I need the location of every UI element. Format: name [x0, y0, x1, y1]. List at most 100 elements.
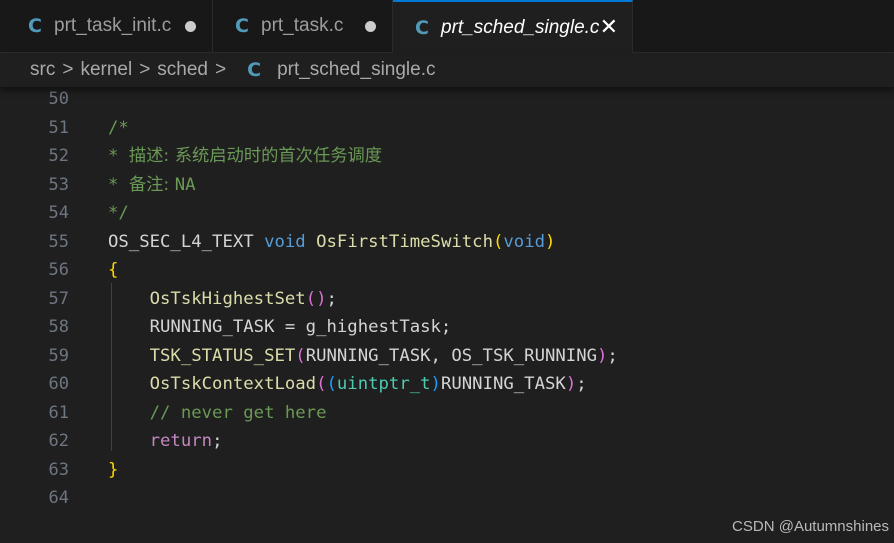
code-line[interactable]: 63}: [0, 456, 894, 484]
code-text[interactable]: return;: [108, 427, 223, 455]
code-token: }: [108, 459, 119, 480]
code-token: {: [108, 260, 119, 280]
code-text[interactable]: TSK_STATUS_SET(RUNNING_TASK, OS_TSK_RUNN…: [108, 342, 618, 370]
code-line[interactable]: 64: [0, 484, 894, 512]
code-line[interactable]: 60 OsTskContextLoad((uintptr_t)RUNNING_T…: [0, 370, 894, 398]
code-token: ;: [212, 431, 223, 451]
code-token: NA: [174, 174, 196, 195]
tab-label: prt_task_init.c: [54, 15, 172, 36]
code-text[interactable]: * 备注: NA: [108, 171, 196, 199]
line-number: 55: [48, 231, 69, 252]
line-number: 64: [48, 488, 69, 508]
breadcrumb-item-kernel[interactable]: kernel: [80, 59, 132, 81]
code-text[interactable]: {: [108, 256, 118, 284]
tab-prt-task-init[interactable]: C prt_task_init.c: [0, 0, 213, 52]
code-token: void: [264, 231, 317, 252]
line-number: 62: [48, 431, 69, 451]
code-line[interactable]: 51 /*: [0, 114, 894, 142]
code-line[interactable]: 55 OS_SEC_L4_TEXT void OsFirstTimeSwitch(…: [0, 228, 894, 256]
code-token: RUNNING_TASK = g_highestTask;: [108, 317, 452, 337]
code-token: return: [149, 431, 213, 451]
code-token: ): [430, 374, 441, 394]
close-icon[interactable]: ✕: [600, 15, 618, 41]
code-line[interactable]: 61 // never get here: [0, 399, 894, 427]
c-file-icon: C: [247, 59, 262, 81]
line-number: 60: [48, 374, 69, 394]
tab-label: prt_sched_single.c: [441, 16, 600, 38]
breadcrumb-item-file[interactable]: prt_sched_single.c: [277, 59, 435, 81]
code-token: ;: [576, 374, 587, 394]
code-token: 描述: 系统启动时的首次任务调度: [128, 146, 383, 166]
code-token: (: [295, 345, 306, 366]
chevron-right-icon: >: [139, 59, 151, 80]
code-text[interactable]: // never get here: [108, 399, 327, 427]
line-number: 52: [48, 146, 69, 166]
code-line[interactable]: 59 TSK_STATUS_SET(RUNNING_TASK, OS_TSK_R…: [0, 342, 894, 370]
code-line[interactable]: 57 OsTskHighestSet();: [0, 285, 894, 313]
line-number: 58: [48, 317, 69, 337]
breadcrumb: src > kernel > sched > C prt_sched_singl…: [0, 53, 894, 87]
code-token: ): [597, 345, 608, 366]
code-text[interactable]: */: [108, 199, 129, 227]
chevron-right-icon: >: [62, 59, 74, 80]
unsaved-dot-icon[interactable]: [365, 21, 376, 32]
line-number: 54: [48, 203, 69, 223]
code-text[interactable]: }: [108, 456, 118, 484]
code-text[interactable]: * 描述: 系统启动时的首次任务调度: [108, 142, 382, 170]
code-token: OsTskContextLoad: [108, 374, 317, 394]
line-number: 50: [48, 89, 69, 109]
code-line[interactable]: 62 return;: [0, 427, 894, 455]
code-token: TSK_STATUS_SET: [108, 345, 296, 366]
code-token: uintptr_t: [336, 374, 431, 394]
chevron-right-icon: >: [215, 59, 227, 80]
code-line[interactable]: 53 * 备注: NA: [0, 171, 894, 199]
code-text[interactable]: RUNNING_TASK = g_highestTask;: [108, 313, 452, 341]
code-token: ): [545, 231, 556, 252]
code-token: (: [326, 374, 337, 394]
watermark: CSDN @Autumnshines: [732, 518, 889, 535]
code-token: RUNNING_TASK: [440, 374, 566, 394]
code-token: ;: [326, 288, 337, 309]
tab-prt-sched-single[interactable]: C prt_sched_single.c ✕: [393, 0, 633, 53]
code-token: *: [108, 174, 129, 195]
tab-prt-task[interactable]: C prt_task.c: [213, 0, 393, 52]
code-text[interactable]: OS_SEC_L4_TEXT void OsFirstTimeSwitch(vo…: [108, 228, 555, 256]
code-token: (: [316, 374, 327, 394]
code-token: (: [492, 231, 504, 252]
code-token: */: [108, 203, 129, 223]
code-line[interactable]: 50: [0, 85, 894, 113]
tab-bar: C prt_task_init.c C prt_task.c C prt_sch…: [0, 0, 894, 53]
code-text[interactable]: /*: [108, 114, 129, 142]
code-token: ;: [607, 345, 618, 366]
line-number: 59: [48, 345, 69, 366]
code-token: OsTskHighestSet: [108, 288, 306, 309]
line-number: 57: [48, 288, 69, 309]
line-number: 53: [48, 174, 69, 195]
code-text[interactable]: OsTskHighestSet();: [108, 285, 337, 313]
breadcrumb-item-src[interactable]: src: [30, 59, 55, 81]
c-file-icon: C: [28, 15, 42, 37]
code-token: *: [108, 146, 129, 166]
c-file-icon: C: [415, 16, 429, 39]
tab-label: prt_task.c: [261, 15, 344, 36]
breadcrumb-item-sched[interactable]: sched: [157, 59, 208, 81]
line-number: 56: [48, 260, 69, 280]
code-line[interactable]: 58 RUNNING_TASK = g_highestTask;: [0, 313, 894, 341]
code-token: 备注:: [128, 174, 175, 195]
c-file-icon: C: [235, 15, 249, 37]
unsaved-dot-icon[interactable]: [185, 21, 196, 32]
line-number: 51: [48, 117, 69, 138]
code-token: /*: [108, 117, 129, 138]
code-token: OS_SEC_L4_TEXT: [108, 231, 265, 252]
code-token: RUNNING_TASK, OS_TSK_RUNNING: [305, 345, 598, 366]
code-editor[interactable]: 50 51/* 52 * 描述: 系统启动时的首次任务调度 53 * 备注: NA 54 */…: [0, 87, 894, 543]
code-line[interactable]: 52 * 描述: 系统启动时的首次任务调度: [0, 142, 894, 170]
code-line[interactable]: 54 */: [0, 199, 894, 227]
code-token: void: [503, 231, 546, 252]
code-token: (): [305, 288, 327, 309]
code-token: ): [565, 374, 577, 394]
code-line[interactable]: 56 {: [0, 256, 894, 284]
code-text[interactable]: OsTskContextLoad((uintptr_t)RUNNING_TASK…: [108, 370, 587, 398]
line-number: 61: [48, 402, 69, 423]
